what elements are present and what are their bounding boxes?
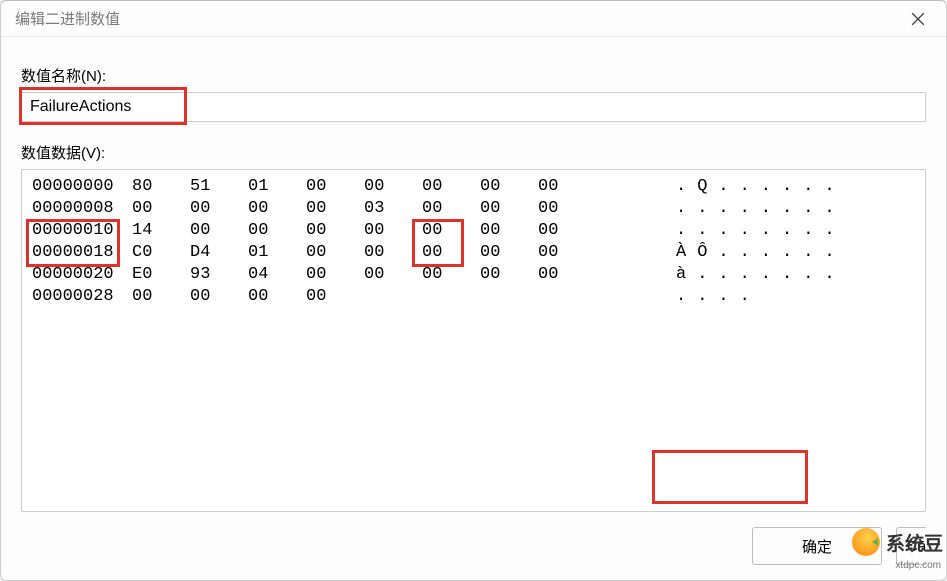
hex-byte[interactable]: C0 xyxy=(132,242,190,264)
hex-byte[interactable] xyxy=(480,286,538,308)
hex-byte[interactable]: 00 xyxy=(422,198,480,220)
hex-offset: 00000010 xyxy=(32,220,132,242)
watermark-url: xtdpc.com xyxy=(895,560,941,571)
value-name-text: FailureActions xyxy=(30,98,131,116)
hex-byte[interactable]: 00 xyxy=(480,176,538,198)
dialog-content: 数值名称(N): FailureActions 数值数据(V): 0000000… xyxy=(1,37,946,512)
hex-byte[interactable]: 00 xyxy=(190,220,248,242)
hex-byte[interactable]: 80 xyxy=(132,176,190,198)
hex-byte[interactable]: 00 xyxy=(480,242,538,264)
watermark-brand: 系统豆 xyxy=(886,529,943,556)
value-name-label: 数值名称(N): xyxy=(21,65,926,86)
hex-byte[interactable]: 01 xyxy=(248,176,306,198)
hex-offset: 00000008 xyxy=(32,198,132,220)
hex-row[interactable]: 00000018C0D4010000000000ÀÔ...... xyxy=(32,242,915,264)
hex-byte[interactable]: 00 xyxy=(248,198,306,220)
hex-byte[interactable]: 00 xyxy=(132,198,190,220)
hex-byte[interactable]: 00 xyxy=(364,176,422,198)
close-icon xyxy=(911,12,925,26)
hex-offset: 00000020 xyxy=(32,264,132,286)
hex-byte[interactable]: 00 xyxy=(480,264,538,286)
hex-byte[interactable] xyxy=(538,286,596,308)
value-data-label: 数值数据(V): xyxy=(21,142,926,163)
hex-byte[interactable]: 00 xyxy=(480,220,538,242)
hex-byte[interactable]: 00 xyxy=(480,198,538,220)
hex-byte[interactable]: 14 xyxy=(132,220,190,242)
hex-byte[interactable]: E0 xyxy=(132,264,190,286)
hex-row[interactable]: 00000020E093040000000000à....... xyxy=(32,264,915,286)
hex-byte[interactable]: 93 xyxy=(190,264,248,286)
hex-byte[interactable]: 00 xyxy=(422,242,480,264)
hex-byte[interactable]: 04 xyxy=(248,264,306,286)
hex-byte[interactable] xyxy=(364,286,422,308)
button-row: 确定 Cā xyxy=(1,512,946,580)
hex-byte[interactable]: 00 xyxy=(364,264,422,286)
hex-row[interactable]: 000000080000000003000000........ xyxy=(32,198,915,220)
hex-byte[interactable]: 00 xyxy=(538,220,596,242)
hex-byte[interactable]: 51 xyxy=(190,176,248,198)
hex-byte[interactable]: 00 xyxy=(422,220,480,242)
close-button[interactable] xyxy=(898,5,938,33)
hex-offset: 00000018 xyxy=(32,242,132,264)
hex-byte[interactable]: D4 xyxy=(190,242,248,264)
hex-byte[interactable]: 00 xyxy=(132,286,190,308)
edit-binary-dialog: 编辑二进制数值 数值名称(N): FailureActions 数值数据(V):… xyxy=(0,0,947,581)
hex-byte[interactable]: 00 xyxy=(364,220,422,242)
hex-byte[interactable]: 00 xyxy=(248,286,306,308)
titlebar: 编辑二进制数值 xyxy=(1,1,946,37)
hex-byte[interactable]: 00 xyxy=(538,264,596,286)
hex-byte[interactable]: 00 xyxy=(422,176,480,198)
hex-byte[interactable]: 00 xyxy=(306,198,364,220)
hex-byte[interactable]: 00 xyxy=(306,242,364,264)
hex-byte[interactable]: 00 xyxy=(538,176,596,198)
hex-ascii: ........ xyxy=(676,198,846,220)
hex-editor[interactable]: 000000008051010000000000.Q......00000008… xyxy=(21,169,926,512)
hex-row[interactable]: 000000008051010000000000.Q...... xyxy=(32,176,915,198)
hex-byte[interactable]: 00 xyxy=(306,176,364,198)
hex-byte[interactable]: 00 xyxy=(306,264,364,286)
hex-byte[interactable]: 00 xyxy=(248,220,306,242)
hex-ascii: .Q...... xyxy=(676,176,846,198)
hex-byte[interactable]: 00 xyxy=(422,264,480,286)
ok-button-label: 确定 xyxy=(802,536,832,557)
hex-byte[interactable]: 00 xyxy=(306,286,364,308)
hex-row[interactable]: 0000002800000000.... xyxy=(32,286,915,308)
hex-offset: 00000028 xyxy=(32,286,132,308)
hex-byte[interactable]: 00 xyxy=(538,198,596,220)
hex-byte[interactable]: 03 xyxy=(364,198,422,220)
hex-offset: 00000000 xyxy=(32,176,132,198)
watermark-icon xyxy=(852,528,880,556)
hex-byte[interactable]: 01 xyxy=(248,242,306,264)
dialog-title: 编辑二进制数值 xyxy=(15,8,120,29)
hex-ascii: à....... xyxy=(676,264,846,286)
hex-byte[interactable]: 00 xyxy=(190,198,248,220)
watermark: 系统豆 xyxy=(852,528,943,556)
hex-byte[interactable] xyxy=(422,286,480,308)
hex-row[interactable]: 000000101400000000000000........ xyxy=(32,220,915,242)
hex-ascii: ÀÔ...... xyxy=(676,242,846,264)
hex-ascii: .... xyxy=(676,286,761,308)
hex-byte[interactable]: 00 xyxy=(364,242,422,264)
hex-byte[interactable]: 00 xyxy=(538,242,596,264)
hex-ascii: ........ xyxy=(676,220,846,242)
hex-byte[interactable]: 00 xyxy=(190,286,248,308)
hex-byte[interactable]: 00 xyxy=(306,220,364,242)
value-name-input[interactable]: FailureActions xyxy=(21,92,926,122)
